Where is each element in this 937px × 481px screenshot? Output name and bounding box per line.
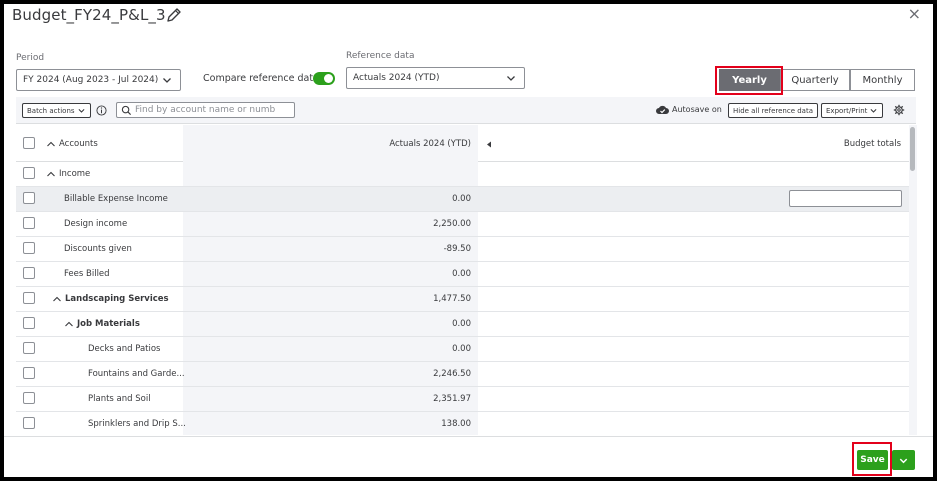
batch-actions-button[interactable]: Batch actions [22, 103, 91, 118]
row-checkbox[interactable] [23, 267, 35, 279]
row-checkbox[interactable] [23, 292, 35, 304]
account-name: Fountains and Garde... [88, 369, 185, 379]
close-icon[interactable]: × [908, 6, 921, 22]
reference-value: 1,477.50 [433, 294, 471, 304]
account-name: Fees Billed [64, 269, 110, 279]
row-checkbox[interactable] [23, 242, 35, 254]
table-row: Income [16, 162, 909, 187]
reference-value: 0.00 [452, 194, 471, 204]
export-print-label: Export/Print [826, 106, 868, 115]
row-checkbox[interactable] [23, 392, 35, 404]
reference-value: 2,250.00 [433, 219, 471, 229]
chevron-down-icon [163, 78, 171, 83]
budget-title: Budget_FY24_P&L_3 [12, 6, 166, 24]
reference-value: 0.00 [452, 344, 471, 354]
table-row: Fountains and Garde... 2,246.50 [16, 362, 909, 387]
table-row: Fees Billed 0.00 [16, 262, 909, 287]
grid-scrollbar-thumb[interactable] [910, 127, 915, 171]
table-row: Plants and Soil 2,351.97 [16, 387, 909, 412]
row-checkbox[interactable] [23, 367, 35, 379]
quarterly-button[interactable]: Quarterly [780, 69, 850, 91]
row-checkbox[interactable] [23, 342, 35, 354]
chevron-down-icon [899, 458, 908, 464]
accounts-column-header[interactable]: Accounts [59, 139, 98, 149]
save-options-button[interactable] [892, 450, 915, 470]
account-name: Decks and Patios [88, 344, 161, 354]
table-row: Landscaping Services 1,477.50 [16, 287, 909, 312]
row-checkbox[interactable] [23, 192, 35, 204]
account-name: Landscaping Services [65, 294, 169, 304]
row-checkbox[interactable] [23, 417, 35, 429]
pencil-icon[interactable] [165, 7, 183, 25]
reference-data-label: Reference data [346, 51, 415, 61]
budget-amount-input[interactable] [789, 190, 902, 207]
grid-scrollbar[interactable] [909, 125, 917, 435]
table-row: Sprinklers and Drip S... 138.00 [16, 412, 909, 435]
grid-toolbar: Batch actions Find by account name or nu… [16, 97, 916, 124]
collapse-left-icon[interactable] [486, 141, 492, 148]
info-icon[interactable] [96, 105, 107, 116]
chevron-up-icon[interactable] [46, 140, 56, 148]
chevron-up-icon[interactable] [46, 170, 56, 178]
row-checkbox[interactable] [23, 317, 35, 329]
period-value: FY 2024 (Aug 2023 - Jul 2024) [23, 75, 159, 85]
account-name: Discounts given [64, 244, 132, 254]
reference-value: 138.00 [441, 419, 471, 429]
account-name: Design income [64, 219, 128, 229]
autosave-status: Autosave on [672, 105, 722, 114]
toggle-knob [324, 74, 333, 83]
reference-column-header: Actuals 2024 (YTD) [389, 139, 471, 149]
search-placeholder: Find by account name or numb [135, 105, 276, 115]
chevron-down-icon [78, 109, 85, 113]
account-name: Sprinklers and Drip S... [88, 419, 186, 429]
account-name: Job Materials [77, 319, 140, 329]
gear-icon[interactable] [893, 104, 905, 116]
reference-value: 0.00 [452, 319, 471, 329]
row-checkbox[interactable] [23, 217, 35, 229]
table-row: Billable Expense Income 0.00 [16, 187, 909, 212]
compare-reference-label: Compare reference data [203, 73, 319, 84]
cloud-check-icon [656, 105, 669, 114]
period-select[interactable]: FY 2024 (Aug 2023 - Jul 2024) [16, 69, 181, 91]
batch-actions-label: Batch actions [27, 106, 75, 115]
reference-data-value: Actuals 2024 (YTD) [353, 73, 440, 83]
reference-value: 2,246.50 [433, 369, 471, 379]
chevron-down-icon [507, 76, 515, 81]
budget-totals-header: Budget totals [843, 139, 901, 149]
reference-value: 0.00 [452, 269, 471, 279]
account-name: Billable Expense Income [64, 194, 168, 204]
reference-value: 2,351.97 [433, 394, 471, 404]
highlight-box-save [852, 442, 892, 476]
export-print-button[interactable]: Export/Print [821, 103, 884, 118]
monthly-button[interactable]: Monthly [850, 69, 915, 91]
chevron-up-icon[interactable] [64, 320, 74, 328]
chevron-up-icon[interactable] [52, 295, 62, 303]
table-row: Decks and Patios 0.00 [16, 337, 909, 362]
grid-header: Accounts Actuals 2024 (YTD) Budget total… [16, 125, 909, 162]
modal-footer [4, 436, 933, 477]
account-name: Income [59, 169, 91, 179]
account-name: Plants and Soil [88, 394, 151, 404]
highlight-box-yearly [715, 66, 783, 95]
row-checkbox[interactable] [23, 167, 35, 179]
chevron-down-icon [870, 109, 877, 113]
period-label: Period [16, 53, 45, 63]
table-row: Design income 2,250.00 [16, 212, 909, 237]
table-row: Discounts given -89.50 [16, 237, 909, 262]
search-icon [121, 105, 132, 116]
select-all-checkbox[interactable] [23, 137, 35, 149]
reference-value: -89.50 [443, 244, 471, 254]
reference-data-select[interactable]: Actuals 2024 (YTD) [346, 67, 525, 89]
budget-grid: Accounts Actuals 2024 (YTD) Budget total… [16, 125, 909, 435]
hide-reference-data-button[interactable]: Hide all reference data [728, 103, 819, 118]
table-row: Job Materials 0.00 [16, 312, 909, 337]
compare-reference-toggle[interactable] [313, 72, 335, 85]
account-search-input[interactable]: Find by account name or numb [116, 102, 295, 118]
